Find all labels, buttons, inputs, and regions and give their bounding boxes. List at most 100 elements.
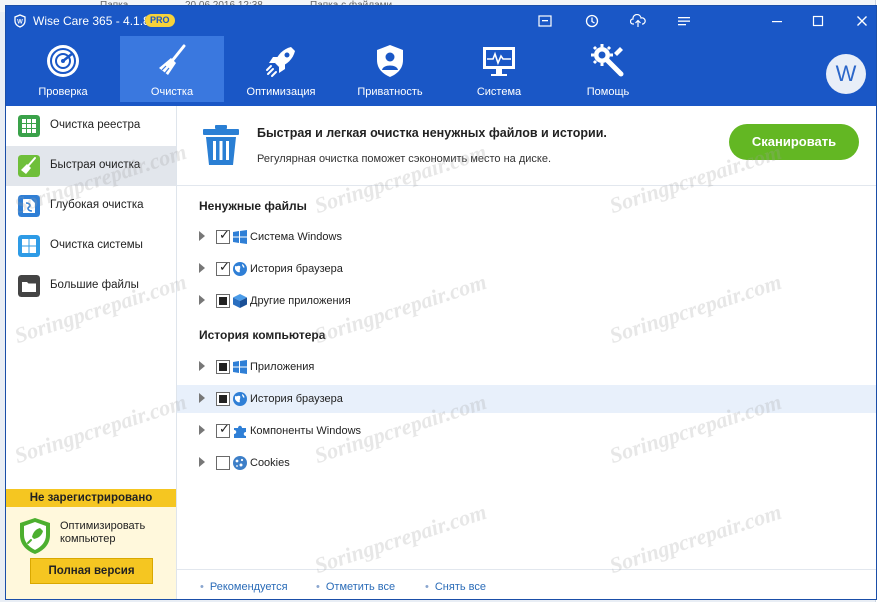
puzzle-icon bbox=[234, 425, 246, 438]
app-title: Wise Care 365 - 4.1.8 bbox=[33, 14, 150, 28]
deselect-all-link[interactable]: Снять все bbox=[425, 581, 486, 593]
full-version-button[interactable]: Полная версия bbox=[30, 558, 153, 584]
sidebar-item-registry[interactable]: Очистка реестра bbox=[6, 106, 176, 146]
nav-label-check: Проверка bbox=[38, 86, 88, 98]
expand-arrow-icon[interactable] bbox=[199, 393, 205, 403]
pro-badge: PRO bbox=[145, 14, 175, 27]
nav-item-check[interactable]: Проверка bbox=[11, 36, 115, 102]
restore-icon[interactable] bbox=[581, 11, 603, 31]
list-item[interactable]: ✓ История браузера bbox=[177, 255, 876, 283]
close-icon[interactable] bbox=[851, 11, 873, 31]
nav-item-privacy[interactable]: Приватность bbox=[338, 36, 442, 102]
registration-promo: Не зарегистрировано Оптимизировать компь… bbox=[6, 489, 176, 599]
nav-label-privacy: Приватность bbox=[357, 86, 423, 98]
item-label: Cookies bbox=[250, 457, 290, 469]
background-window-edge bbox=[875, 0, 892, 602]
main-nav: Проверка Очистка Оптимизация Приватность… bbox=[6, 36, 876, 106]
sidebar-label-deep-clean: Глубокая очистка bbox=[50, 199, 144, 211]
minimize-icon[interactable] bbox=[766, 11, 788, 31]
list-item[interactable]: ✓ Компоненты Windows bbox=[177, 417, 876, 445]
svg-text:W: W bbox=[17, 20, 23, 26]
item-label: Система Windows bbox=[250, 231, 342, 243]
sidebar-item-deep-clean[interactable]: Глубокая очистка bbox=[6, 186, 176, 226]
nav-label-system: Система bbox=[476, 86, 522, 98]
checkbox[interactable]: ✓ bbox=[216, 422, 230, 438]
checkbox[interactable] bbox=[216, 392, 230, 406]
sidebar-item-large-files[interactable]: Большие файлы bbox=[6, 266, 176, 306]
list-item[interactable]: ✓ Система Windows bbox=[177, 223, 876, 251]
sidebar: Очистка реестра Быстрая очистка Глубокая… bbox=[6, 106, 177, 599]
checkbox[interactable] bbox=[216, 456, 230, 470]
nav-label-optimize: Оптимизация bbox=[246, 86, 316, 98]
windows-icon bbox=[233, 360, 247, 374]
header-divider bbox=[177, 185, 876, 186]
expand-arrow-icon[interactable] bbox=[199, 361, 205, 371]
sidebar-label-system-clean: Очистка системы bbox=[50, 239, 143, 251]
main-panel: Быстрая и легкая очистка ненужных файлов… bbox=[177, 106, 876, 599]
sidebar-label-large-files: Большие файлы bbox=[50, 279, 139, 291]
privacy-shield-icon bbox=[377, 45, 403, 77]
item-label: Другие приложения bbox=[250, 295, 351, 307]
deep-clean-icon bbox=[18, 195, 40, 217]
box-icon bbox=[233, 294, 247, 308]
checkbox[interactable] bbox=[216, 294, 230, 308]
nav-label-help: Помощь bbox=[586, 86, 630, 98]
list-item[interactable]: Другие приложения bbox=[177, 287, 876, 315]
radar-icon bbox=[47, 45, 79, 77]
title-bar[interactable]: W Wise Care 365 - 4.1.8 PRO bbox=[6, 6, 876, 36]
folder-icon bbox=[18, 275, 40, 297]
nav-item-system[interactable]: Система bbox=[447, 36, 551, 102]
list-icon[interactable] bbox=[673, 11, 695, 31]
broom-icon bbox=[159, 44, 186, 75]
list-item[interactable]: Cookies bbox=[177, 449, 876, 477]
checkbox[interactable]: ✓ bbox=[216, 260, 230, 276]
sidebar-item-quick-clean[interactable]: Быстрая очистка bbox=[6, 146, 176, 186]
item-label: История браузера bbox=[250, 263, 343, 275]
menu-icon[interactable] bbox=[534, 11, 556, 31]
expand-arrow-icon[interactable] bbox=[199, 425, 205, 435]
shield-rocket-icon bbox=[20, 518, 50, 554]
expand-arrow-icon[interactable] bbox=[199, 457, 205, 467]
registry-icon bbox=[18, 115, 40, 137]
nav-item-clean[interactable]: Очистка bbox=[120, 36, 224, 102]
promo-header: Не зарегистрировано bbox=[6, 489, 176, 507]
item-label: История браузера bbox=[250, 393, 343, 405]
upload-icon[interactable] bbox=[627, 11, 649, 31]
rocket-icon bbox=[266, 47, 295, 77]
footer-links: Рекомендуется Отметить все Снять все bbox=[177, 569, 876, 600]
checkbox[interactable]: ✓ bbox=[216, 228, 230, 244]
globe-icon bbox=[233, 392, 247, 406]
app-logo-icon: W bbox=[14, 14, 26, 28]
globe-icon bbox=[233, 262, 247, 276]
expand-arrow-icon[interactable] bbox=[199, 231, 205, 241]
select-all-link[interactable]: Отметить все bbox=[316, 581, 395, 593]
item-label: Приложения bbox=[250, 361, 315, 373]
recommended-link[interactable]: Рекомендуется bbox=[200, 581, 288, 593]
sidebar-item-system-clean[interactable]: Очистка системы bbox=[6, 226, 176, 266]
nav-item-help[interactable]: Помощь bbox=[556, 36, 660, 102]
section-title-history: История компьютера bbox=[199, 328, 326, 342]
windows-icon bbox=[18, 235, 40, 257]
checkbox[interactable] bbox=[216, 360, 230, 374]
windows-icon bbox=[233, 230, 247, 244]
nav-label-clean: Очистка bbox=[150, 86, 194, 98]
page-subtitle: Регулярная очистка поможет сэкономить ме… bbox=[257, 153, 551, 165]
tools-icon bbox=[591, 44, 624, 77]
quick-clean-icon bbox=[18, 155, 40, 177]
avatar[interactable]: W bbox=[826, 54, 866, 94]
scan-button[interactable]: Сканировать bbox=[729, 124, 859, 160]
page-title: Быстрая и легкая очистка ненужных файлов… bbox=[257, 126, 607, 140]
cookie-icon bbox=[233, 456, 247, 470]
list-item[interactable]: Приложения bbox=[177, 353, 876, 381]
item-label: Компоненты Windows bbox=[250, 425, 362, 437]
expand-arrow-icon[interactable] bbox=[199, 295, 205, 305]
promo-text: Оптимизировать компьютер bbox=[60, 520, 146, 545]
nav-item-optimize[interactable]: Оптимизация bbox=[229, 36, 333, 102]
maximize-icon[interactable] bbox=[807, 11, 829, 31]
expand-arrow-icon[interactable] bbox=[199, 263, 205, 273]
monitor-icon bbox=[483, 47, 515, 76]
list-item[interactable]: История браузера bbox=[177, 385, 876, 413]
trash-icon bbox=[203, 125, 239, 165]
sidebar-label-quick-clean: Быстрая очистка bbox=[50, 159, 141, 171]
sidebar-label-registry: Очистка реестра bbox=[50, 119, 141, 131]
